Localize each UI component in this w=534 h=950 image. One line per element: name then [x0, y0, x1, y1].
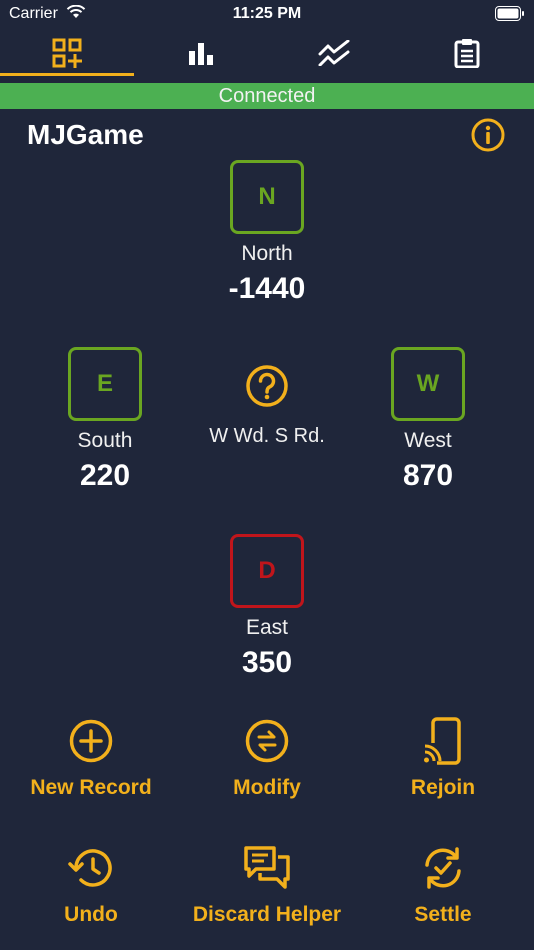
- question-icon: [246, 365, 288, 407]
- tile-north[interactable]: N: [230, 160, 304, 234]
- connection-status-bar: Connected: [0, 83, 534, 109]
- round-wind-text: W Wd. S Rd.: [209, 425, 325, 447]
- tile-east[interactable]: D: [230, 534, 304, 608]
- tile-west[interactable]: W: [391, 347, 465, 421]
- settle-button[interactable]: Settle: [354, 843, 532, 927]
- new-record-button[interactable]: New Record: [2, 716, 180, 800]
- undo-button[interactable]: Undo: [2, 843, 180, 927]
- seat-score-south: 220: [79, 459, 131, 492]
- tab-bar: [0, 28, 534, 82]
- trend-lines-icon: [318, 40, 349, 66]
- rejoin-button[interactable]: Rejoin: [354, 716, 532, 800]
- seat-score-west: 870: [402, 459, 454, 492]
- discard-helper-label: Discard Helper: [192, 903, 342, 926]
- tab-log[interactable]: [400, 28, 533, 78]
- seat-south: E South 220: [35, 347, 175, 493]
- seat-score-east: 350: [241, 646, 293, 679]
- seat-east: D East 350: [197, 534, 337, 680]
- qr-add-icon: [52, 38, 82, 68]
- active-tab-indicator: [0, 73, 134, 76]
- round-wind-indicator[interactable]: W Wd. S Rd.: [207, 364, 327, 449]
- info-button[interactable]: [470, 117, 506, 153]
- settle-label: Settle: [414, 903, 472, 926]
- chat-bubbles-icon: [244, 846, 290, 889]
- discard-helper-button[interactable]: Discard Helper: [178, 843, 356, 927]
- modify-label: Modify: [233, 776, 301, 799]
- seat-name-south: South: [77, 429, 133, 452]
- tab-stats[interactable]: [134, 28, 267, 78]
- tile-south[interactable]: E: [68, 347, 142, 421]
- clock-time: 11:25 PM: [232, 5, 302, 22]
- game-title: MJGame: [27, 119, 144, 150]
- clipboard-icon: [454, 39, 479, 68]
- battery-icon: [495, 6, 525, 26]
- seat-name-north: North: [241, 242, 293, 265]
- history-icon: [68, 849, 112, 887]
- seat-score-north: -1440: [228, 272, 306, 305]
- seat-name-west: West: [404, 429, 452, 452]
- new-record-label: New Record: [30, 776, 152, 799]
- connection-label: Connected: [218, 84, 316, 107]
- plus-circle-icon: [69, 719, 113, 763]
- sync-check-icon: [425, 847, 461, 889]
- tab-record[interactable]: [0, 28, 133, 78]
- info-icon: [471, 118, 505, 152]
- seat-west: W West 870: [358, 347, 498, 493]
- tab-trend[interactable]: [267, 28, 400, 78]
- swap-circle-icon: [245, 719, 289, 763]
- status-bar: Carrier 11:25 PM: [0, 0, 534, 28]
- modify-button[interactable]: Modify: [178, 716, 356, 800]
- rejoin-label: Rejoin: [410, 776, 476, 799]
- cast-phone-icon: [423, 717, 461, 765]
- seat-name-east: East: [245, 616, 289, 639]
- undo-label: Undo: [64, 903, 118, 926]
- seat-north: N North -1440: [197, 160, 337, 306]
- bar-chart-icon: [188, 43, 213, 65]
